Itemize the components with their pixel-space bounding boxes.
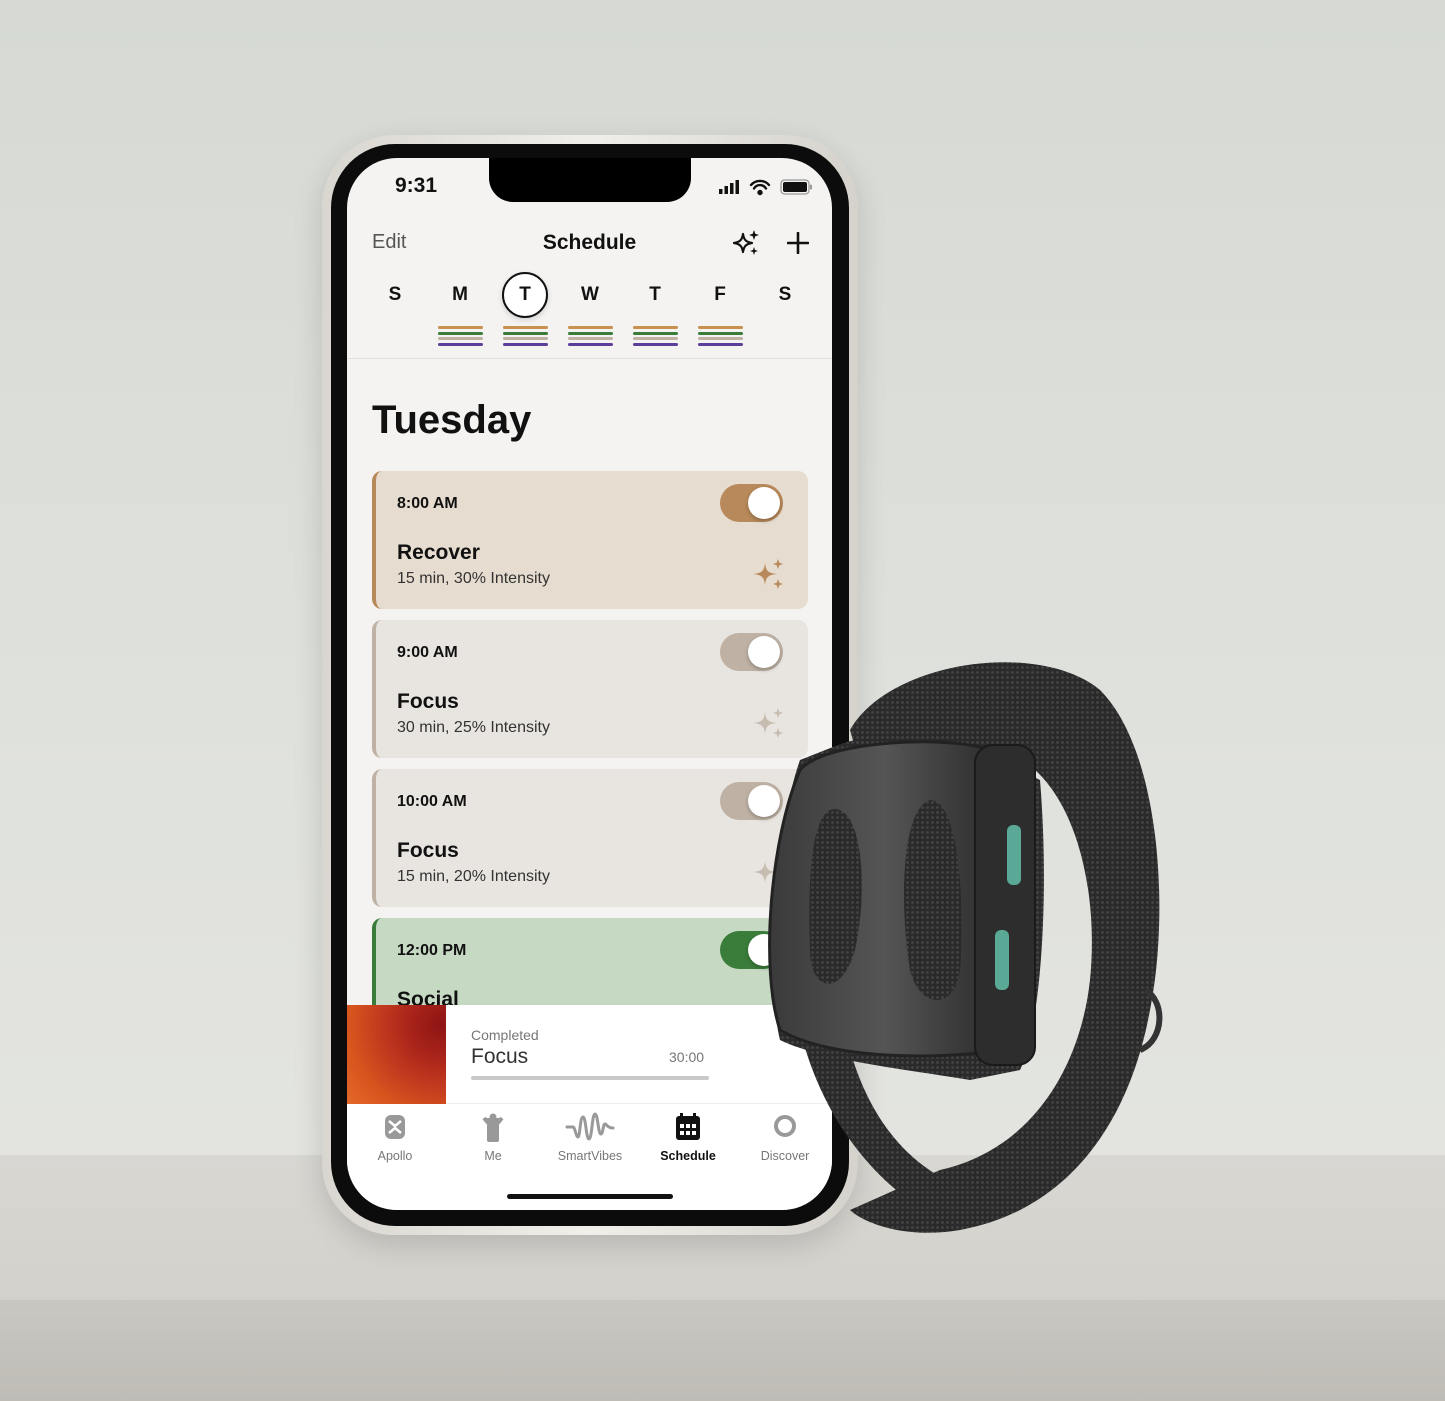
wifi-icon <box>749 179 771 196</box>
session-indicator <box>568 326 613 348</box>
session-time: 12:00 PM <box>397 942 467 959</box>
person-icon <box>480 1113 506 1146</box>
session-time: 9:00 AM <box>397 644 458 661</box>
divider <box>347 358 832 359</box>
device-button-top <box>1007 825 1021 885</box>
session-indicator <box>698 326 743 348</box>
session-time: 10:00 AM <box>397 793 467 810</box>
battery-icon <box>780 179 812 195</box>
tab-label: Me <box>484 1149 502 1163</box>
tab-me[interactable]: Me <box>448 1112 538 1163</box>
session-indicator <box>503 326 548 348</box>
session-details: 30 min, 25% Intensity <box>397 719 550 736</box>
player-title: Focus <box>471 1045 529 1068</box>
session-details: 15 min, 20% Intensity <box>397 868 550 885</box>
session-name: Recover <box>397 541 480 564</box>
tab-schedule[interactable]: Schedule <box>643 1112 733 1163</box>
tab-label: SmartVibes <box>557 1149 623 1163</box>
signal-icon <box>719 180 739 194</box>
session-toggle[interactable] <box>720 484 783 522</box>
tab-apollo[interactable]: Apollo <box>350 1112 440 1163</box>
apollo-device-icon <box>382 1115 408 1146</box>
player-duration: 30:00 <box>669 1049 705 1065</box>
wristband-device <box>768 662 1163 1233</box>
session-details: 15 min, 30% Intensity <box>397 570 550 587</box>
day-6[interactable]: S <box>762 272 808 318</box>
session-time: 8:00 AM <box>397 495 458 512</box>
background-ledge-edge <box>0 1300 1445 1401</box>
notch <box>489 158 691 202</box>
tab-label: Apollo <box>377 1149 413 1163</box>
day-5[interactable]: F <box>697 272 743 318</box>
calendar-icon <box>675 1113 701 1146</box>
sparkles-icon <box>752 557 786 596</box>
status-time: 9:31 <box>395 174 438 197</box>
player-status: Completed <box>471 1027 539 1043</box>
day-0[interactable]: S <box>372 272 418 318</box>
add-session-button[interactable] <box>787 232 809 254</box>
status-icons <box>719 179 812 196</box>
day-title: Tuesday <box>372 398 532 442</box>
day-2[interactable]: T <box>502 272 548 318</box>
session-name: Focus <box>397 690 459 713</box>
sparkles-icon[interactable] <box>733 229 761 257</box>
tab-smartvibes[interactable]: SmartVibes <box>545 1112 635 1163</box>
day-1[interactable]: M <box>437 272 483 318</box>
session-card[interactable]: 8:00 AM Recover 15 min, 30% Intensity <box>372 471 808 609</box>
device-button-bottom <box>995 930 1009 990</box>
tab-label: Schedule <box>660 1149 716 1163</box>
session-indicator <box>633 326 678 348</box>
player-artwork <box>347 1005 446 1104</box>
day-3[interactable]: W <box>567 272 613 318</box>
session-name: Focus <box>397 839 459 862</box>
home-indicator[interactable] <box>507 1194 673 1199</box>
session-indicator <box>438 326 483 348</box>
player-progress-bar <box>471 1076 709 1080</box>
waveform-icon <box>565 1112 615 1146</box>
day-4[interactable]: T <box>632 272 678 318</box>
